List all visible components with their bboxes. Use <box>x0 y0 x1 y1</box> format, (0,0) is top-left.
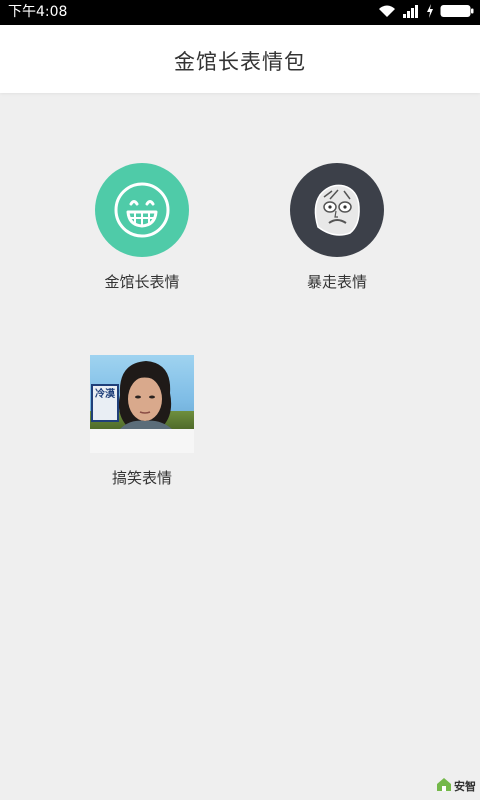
item-label: 搞笑表情 <box>111 469 172 487</box>
item-label: 暴走表情 <box>306 273 367 291</box>
item-label: 金馆长表情 <box>104 273 180 291</box>
photo-thumbnail: 冷漠 <box>90 355 194 453</box>
wifi-icon <box>378 3 396 22</box>
rage-face-icon <box>290 163 384 257</box>
signal-icon <box>402 3 420 22</box>
category-baozou[interactable]: 暴走表情 <box>257 163 417 292</box>
watermark-text: 安智 <box>454 780 476 793</box>
status-icons <box>378 4 474 21</box>
category-gaoxiao[interactable]: 冷漠 搞笑表情 <box>62 355 222 488</box>
house-icon <box>436 776 452 796</box>
battery-icon <box>440 3 474 22</box>
status-bar: 下午4:08 <box>0 0 480 25</box>
app-header: 金馆长表情包 <box>0 25 480 93</box>
page-title: 金馆长表情包 <box>174 50 306 74</box>
photo-caption: 冷漠 <box>95 389 115 400</box>
watermark-logo: 安智 <box>436 776 476 796</box>
status-time: 下午4:08 <box>8 4 68 20</box>
grin-face-icon <box>95 163 189 257</box>
charging-icon <box>426 3 434 22</box>
category-jinguanzhang[interactable]: 金馆长表情 <box>62 163 222 292</box>
